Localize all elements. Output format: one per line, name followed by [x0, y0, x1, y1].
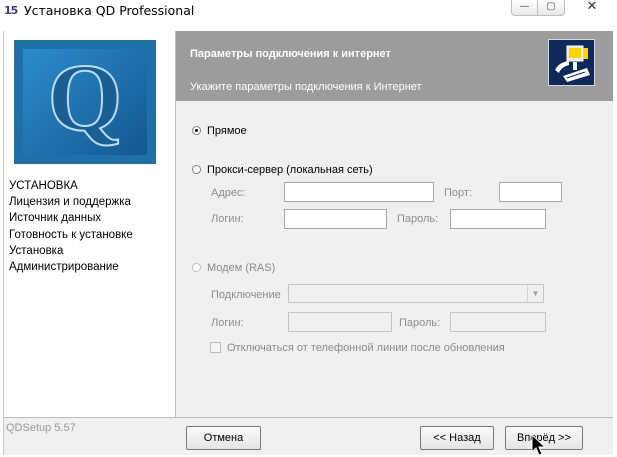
minimize-button[interactable]: —: [511, 0, 538, 16]
back-button[interactable]: << Назад: [420, 426, 494, 450]
proxy-password-label: Пароль:: [397, 213, 439, 225]
modem-connection-select[interactable]: ▼: [288, 284, 544, 303]
page-subtitle: Укажите параметры подключения к Интернет: [190, 81, 422, 93]
content-panel: Параметры подключения к интернет Укажите…: [175, 31, 613, 417]
mouse-pointer-icon: [531, 434, 547, 456]
close-icon: ✕: [586, 0, 598, 14]
version-label: QDSetup 5.57: [6, 422, 76, 434]
modem-connection-label: Подключение: [211, 289, 281, 301]
page-title: Параметры подключения к интернет: [190, 48, 391, 60]
radio-proxy[interactable]: Прокси-сервер (локальная сеть): [192, 164, 373, 176]
maximize-button[interactable]: ▢: [538, 0, 565, 16]
app-icon: 15: [4, 4, 18, 17]
proxy-address-label: Адрес:: [211, 187, 246, 199]
radio-button[interactable]: [192, 126, 201, 135]
step-item: Лицензия и поддержка: [9, 196, 131, 209]
page-header: Параметры подключения к интернет Укажите…: [176, 31, 613, 101]
setup-dialog: Q УСТАНОВКА Лицензия и поддержка Источни…: [3, 31, 613, 455]
proxy-password-field[interactable]: [450, 209, 546, 229]
step-item: Источник данных: [9, 212, 102, 225]
modem-password-field[interactable]: [450, 312, 546, 332]
modem-login-label: Логин:: [211, 317, 244, 329]
window-title: Установка QD Professional: [24, 3, 195, 18]
radio-direct[interactable]: Прямое: [192, 125, 247, 137]
computer-network-icon: [548, 39, 595, 86]
steps-list: УСТАНОВКА Лицензия и поддержка Источник …: [9, 180, 133, 277]
close-button[interactable]: ✕: [575, 0, 609, 16]
minimize-icon: —: [519, 1, 530, 12]
cancel-button[interactable]: Отмена: [186, 426, 261, 450]
proxy-port-field[interactable]: [499, 182, 562, 202]
chevron-down-icon: ▼: [527, 285, 543, 302]
radio-proxy-label: Прокси-сервер (локальная сеть): [207, 164, 373, 176]
modem-login-field[interactable]: [288, 312, 392, 332]
proxy-login-label: Логин:: [211, 213, 244, 225]
radio-direct-label: Прямое: [207, 125, 247, 137]
radio-modem-label: Модем (RAS): [207, 262, 276, 274]
maximize-icon: ▢: [546, 1, 556, 12]
left-panel: Q УСТАНОВКА Лицензия и поддержка Источни…: [4, 31, 174, 417]
proxy-login-field[interactable]: [284, 209, 387, 229]
logo-letter: Q: [47, 43, 124, 152]
step-item: Администрирование: [9, 260, 119, 273]
radio-modem[interactable]: Модем (RAS): [192, 262, 275, 274]
disconnect-label: Отключаться от телефонной линии после об…: [227, 342, 505, 354]
step-item: УСТАНОВКА: [9, 180, 78, 192]
proxy-address-field[interactable]: [284, 182, 434, 202]
proxy-port-label: Порт:: [444, 187, 472, 199]
title-bar[interactable]: 15 Установка QD Professional — ▢ ✕: [0, 0, 617, 31]
disconnect-checkbox[interactable]: [210, 342, 221, 353]
radio-button[interactable]: [192, 165, 201, 174]
step-item: Готовность к установке: [9, 228, 133, 241]
modem-password-label: Пароль:: [399, 317, 441, 329]
step-item: Установка: [9, 244, 64, 257]
radio-button[interactable]: [192, 263, 201, 272]
footer-bar: QDSetup 5.57 Отмена << Назад Вперёд >>: [4, 417, 613, 455]
qd-logo: Q: [14, 40, 156, 164]
